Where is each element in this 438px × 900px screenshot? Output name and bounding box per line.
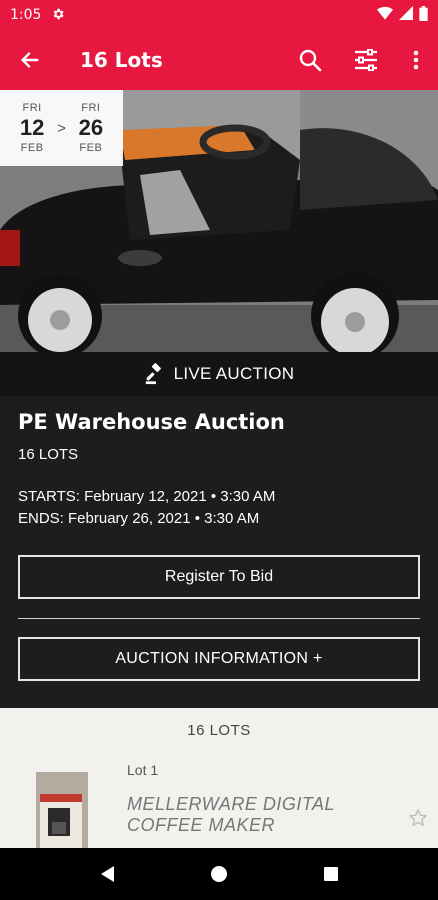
- signal-icon: [399, 6, 413, 24]
- end-day: 26: [78, 115, 104, 140]
- star-outline-icon[interactable]: [404, 804, 432, 832]
- status-time: 1:05: [10, 7, 42, 23]
- date-range-badge: FRI 12 FEB > FRI 26 FEB: [0, 90, 123, 166]
- nav-home-icon[interactable]: [207, 862, 231, 886]
- auction-information-button[interactable]: AUCTION INFORMATION +: [18, 637, 420, 681]
- end-day-of-week: FRI: [81, 102, 101, 114]
- gavel-icon: [144, 363, 166, 385]
- divider: [18, 618, 420, 619]
- back-arrow-icon[interactable]: [0, 30, 60, 90]
- auction-end-time: ENDS: February 26, 2021 • 3:30 AM: [18, 510, 260, 527]
- coffee-maker-box-photo: [36, 772, 88, 848]
- system-nav-bar: [0, 848, 438, 900]
- live-auction-label: LIVE AUCTION: [173, 364, 295, 383]
- lots-header: 16 LOTS: [187, 722, 251, 739]
- end-date: FRI 26 FEB: [70, 102, 112, 154]
- search-icon[interactable]: [282, 30, 338, 90]
- more-vert-icon[interactable]: [394, 30, 438, 90]
- live-auction-banner: LIVE AUCTION: [0, 352, 438, 396]
- lot-number: Lot 1: [127, 762, 159, 778]
- auction-start-time: STARTS: February 12, 2021 • 3:30 AM: [18, 488, 276, 505]
- date-separator: >: [57, 119, 66, 137]
- nav-recents-icon[interactable]: [319, 862, 343, 886]
- start-day: 12: [19, 115, 45, 140]
- wifi-icon: [377, 6, 393, 24]
- filter-sliders-icon[interactable]: [338, 30, 394, 90]
- battery-icon: [419, 5, 428, 25]
- nav-back-icon[interactable]: [95, 862, 119, 886]
- page-title: 16 Lots: [80, 48, 163, 72]
- start-day-of-week: FRI: [22, 102, 42, 114]
- auction-title: PE Warehouse Auction: [18, 410, 285, 434]
- end-month: FEB: [79, 142, 103, 154]
- auction-info-section: PE Warehouse Auction 16 LOTS STARTS: Feb…: [0, 396, 438, 708]
- register-to-bid-button[interactable]: Register To Bid: [18, 555, 420, 599]
- start-month: FEB: [20, 142, 44, 154]
- start-date: FRI 12 FEB: [11, 102, 53, 154]
- lots-list: 16 LOTS Lot 1 MELLERWARE DIGITAL COFFEE …: [0, 708, 438, 848]
- app-bar: 16 Lots: [0, 30, 438, 90]
- lot-title: MELLERWARE DIGITAL COFFEE MAKER: [127, 794, 335, 835]
- status-bar: 1:05: [0, 0, 438, 30]
- gear-icon: [51, 7, 65, 24]
- auction-lot-count: 16 LOTS: [18, 446, 79, 463]
- auction-hero-image[interactable]: FRI 12 FEB > FRI 26 FEB: [0, 90, 438, 352]
